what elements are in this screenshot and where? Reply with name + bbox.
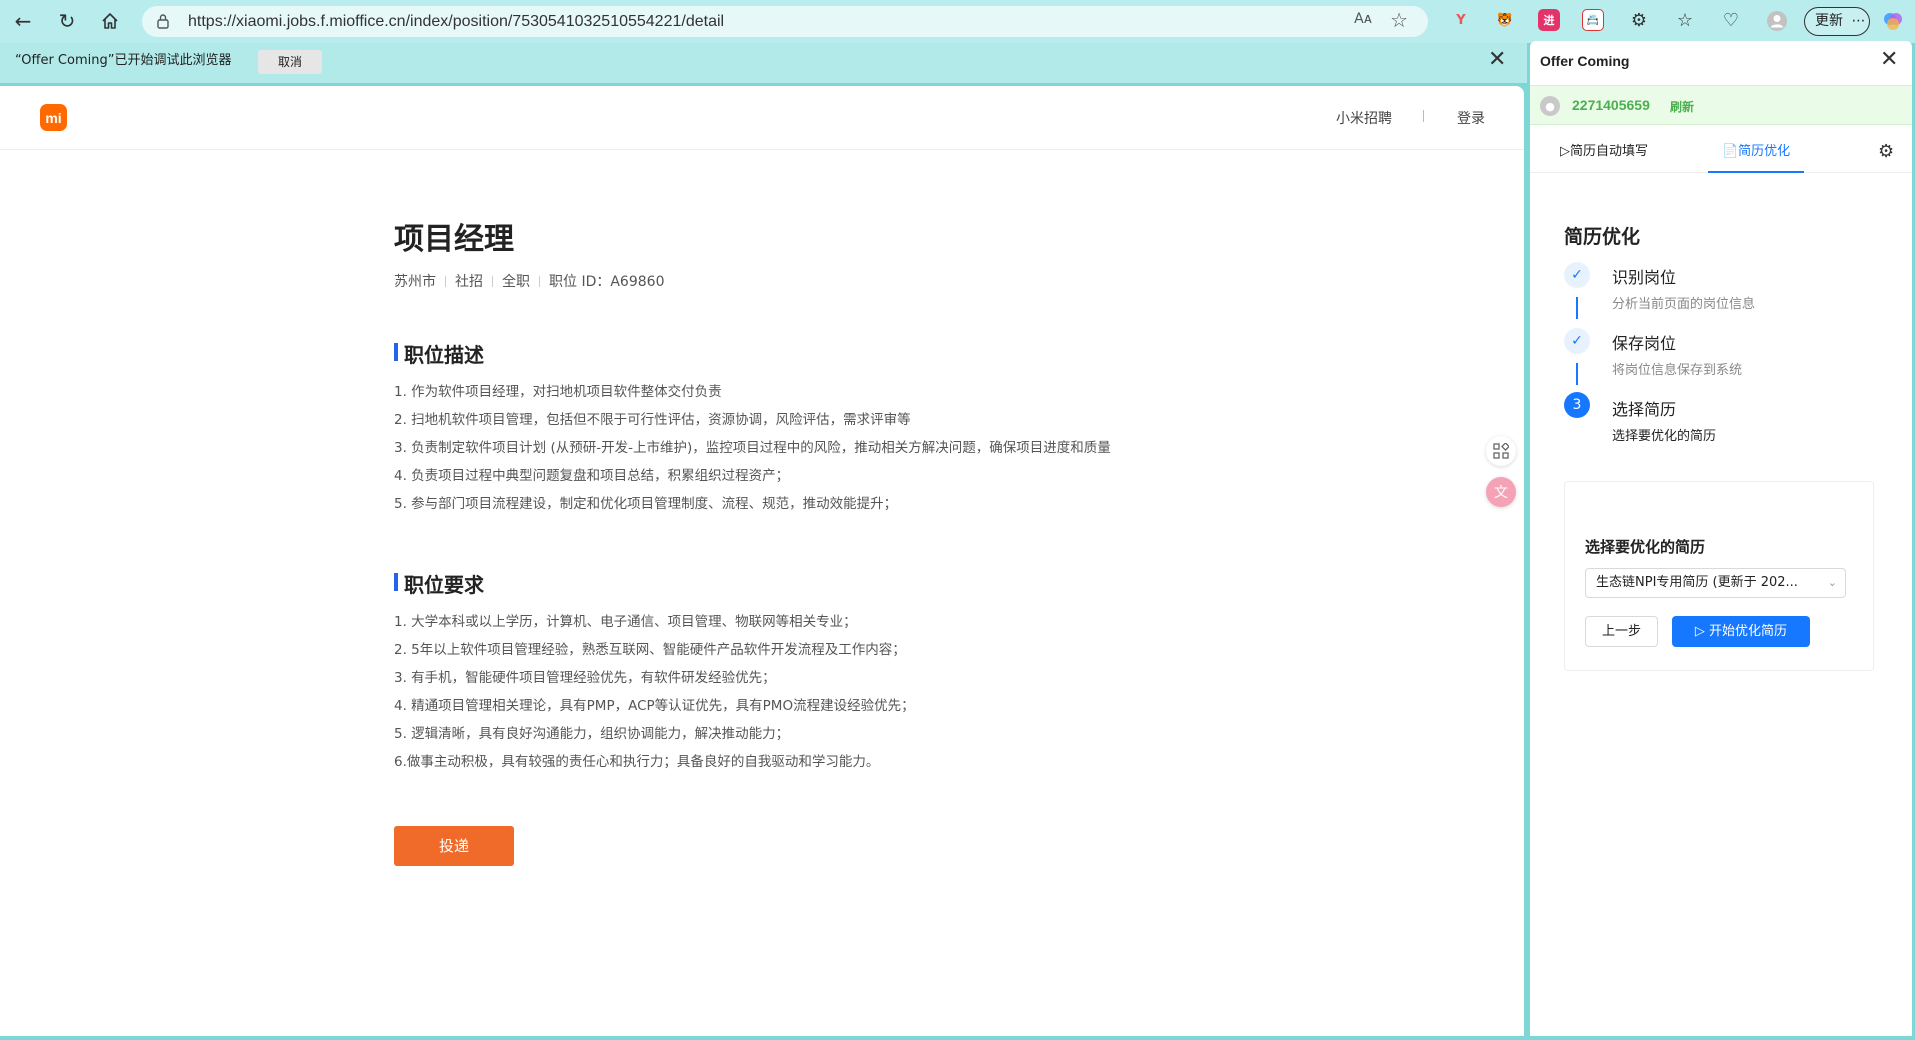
step-connector: [1576, 363, 1578, 385]
check-icon: ✓: [1564, 328, 1590, 354]
optimize-heading: 简历优化: [1564, 226, 1641, 248]
address-bar[interactable]: https://xiaomi.jobs.f.mioffice.cn/index/…: [142, 6, 1428, 37]
browser-toolbar: ← ↻ https://xiaomi.jobs.f.mioffice.cn/in…: [0, 0, 1915, 43]
nav-recruit-link[interactable]: 小米招聘: [1336, 108, 1392, 128]
list-item: 5. 参与部门项目流程建设，制定和优化项目管理制度、流程、规范，推动效能提升；: [394, 496, 898, 512]
home-icon[interactable]: [97, 8, 123, 34]
cancel-button[interactable]: 取消: [258, 50, 322, 74]
meta-divider: [492, 275, 493, 287]
card-title: 选择要优化的简历: [1585, 538, 1706, 556]
step-connector: [1576, 297, 1578, 319]
gear-icon[interactable]: ⚙: [1878, 141, 1894, 162]
translate-icon[interactable]: 文: [1486, 477, 1516, 507]
close-icon[interactable]: ✕: [1488, 47, 1506, 72]
description-list: 1. 作为软件项目经理，对扫地机项目软件整体交付负责 2. 扫地机软件项目管理，…: [394, 378, 1111, 518]
close-icon[interactable]: ✕: [1880, 47, 1898, 72]
list-item: 2. 5年以上软件项目管理经验，熟悉互联网、智能硬件产品软件开发流程及工作内容；: [394, 642, 906, 658]
tab-optimize[interactable]: 📄简历优化: [1708, 139, 1805, 173]
extension-y-icon[interactable]: Y: [1450, 9, 1472, 31]
resume-select[interactable]: 生态链NPI专用简历 (更新于 202... ⌄: [1585, 568, 1846, 598]
apply-button[interactable]: 投递: [394, 826, 514, 866]
read-aloud-icon[interactable]: Aᴀ: [1354, 11, 1372, 27]
check-icon: ✓: [1564, 262, 1590, 288]
lock-icon: [156, 13, 172, 29]
description-heading: 职位描述: [394, 339, 484, 368]
list-item: 6.做事主动积极，具有较强的责任心和执行力；具备良好的自我驱动和学习能力。: [394, 754, 880, 770]
update-button[interactable]: 更新 ⋯: [1804, 7, 1870, 36]
job-title: 项目经理: [394, 222, 514, 257]
list-item: 4. 精通项目管理相关理论，具有PMP，ACP等认证优先，具有PMO流程建设经验…: [394, 698, 915, 714]
job-id: 职位 ID：A69860: [549, 274, 665, 290]
step-title: 保存岗位: [1612, 334, 1677, 353]
nav-login-link[interactable]: 登录: [1457, 108, 1485, 128]
star-icon[interactable]: ☆: [1390, 8, 1408, 32]
step-desc: 将岗位信息保存到系统: [1612, 363, 1743, 378]
meta-divider: [445, 275, 446, 287]
offer-coming-panel: Offer Coming ✕ ● 2271405659 刷新 ▷简历自动填写 📄…: [1530, 41, 1912, 1036]
update-label: 更新: [1815, 13, 1843, 29]
list-item: 1. 大学本科或以上学历，计算机、电子通信、项目管理、物联网等相关专业；: [394, 614, 857, 630]
avatar-icon: ●: [1540, 96, 1560, 116]
list-item: 5. 逻辑清晰，具有良好沟通能力，组织协调能力，解决推动能力；: [394, 726, 790, 742]
infobar-message: “Offer Coming”已开始调试此浏览器: [15, 53, 232, 68]
step-number: 3: [1564, 392, 1590, 418]
step-desc: 选择要优化的简历: [1612, 429, 1717, 444]
extension-jin-icon[interactable]: 进: [1538, 9, 1560, 31]
list-item: 2. 扫地机软件项目管理，包括但不限于可行性评估，资源协调，风险评估，需求评审等: [394, 412, 911, 428]
list-item: 4. 负责项目过程中典型问题复盘和项目总结，积累组织过程资产；: [394, 468, 790, 484]
debug-infobar: “Offer Coming”已开始调试此浏览器 取消 ✕: [0, 43, 1527, 83]
favorites-icon[interactable]: ☆: [1672, 8, 1698, 34]
more-icon[interactable]: ⋯: [1851, 13, 1865, 29]
job-page: mi 小米招聘 登录 项目经理 苏州市 社招 全职 职位 ID：A69860 职…: [0, 86, 1524, 1036]
site-header: mi 小米招聘 登录: [0, 86, 1524, 150]
job-type: 全职: [502, 274, 530, 290]
job-city: 苏州市: [394, 274, 436, 290]
user-bar: ● 2271405659 刷新: [1530, 85, 1912, 125]
reload-icon[interactable]: ↻: [54, 8, 80, 34]
start-optimize-button[interactable]: ▷ 开始优化简历: [1672, 616, 1810, 647]
nav-divider: [1423, 110, 1424, 122]
profile-icon[interactable]: [1764, 8, 1790, 34]
selected-resume: 生态链NPI专用简历 (更新于 202...: [1596, 575, 1798, 590]
user-id: 2271405659: [1572, 97, 1650, 113]
refresh-link[interactable]: 刷新: [1670, 98, 1694, 115]
health-icon[interactable]: ♡: [1718, 8, 1744, 34]
back-icon[interactable]: ←: [10, 8, 36, 34]
list-item: 3. 负责制定软件项目计划 (从预研-开发-上市维护)，监控项目过程中的风险，推…: [394, 440, 1111, 456]
panel-tabs: ▷简历自动填写 📄简历优化 ⚙: [1530, 133, 1912, 173]
requirements-heading: 职位要求: [394, 569, 484, 598]
resume-select-card: 选择要优化的简历 生态链NPI专用简历 (更新于 202... ⌄ 上一步 ▷ …: [1564, 481, 1874, 671]
extension-tiger-icon[interactable]: 🐯: [1494, 9, 1516, 31]
step-desc: 分析当前页面的岗位信息: [1612, 297, 1756, 312]
puzzle-icon[interactable]: ⚙: [1626, 8, 1652, 34]
job-meta: 苏州市 社招 全职 职位 ID：A69860: [394, 271, 664, 291]
requirements-list: 1. 大学本科或以上学历，计算机、电子通信、项目管理、物联网等相关专业； 2. …: [394, 608, 915, 776]
prev-step-button[interactable]: 上一步: [1585, 616, 1658, 647]
list-item: 1. 作为软件项目经理，对扫地机项目软件整体交付负责: [394, 384, 722, 400]
chevron-down-icon: ⌄: [1827, 576, 1837, 589]
url-text: https://xiaomi.jobs.f.mioffice.cn/index/…: [188, 13, 725, 30]
step-title: 识别岗位: [1612, 268, 1677, 287]
qr-icon[interactable]: [1486, 436, 1516, 466]
meta-divider: [539, 275, 540, 287]
panel-title: Offer Coming: [1540, 53, 1630, 69]
copilot-icon[interactable]: [1880, 8, 1906, 34]
job-category: 社招: [455, 274, 483, 290]
list-item: 3. 有手机，智能硬件项目管理经验优先，有软件研发经验优先；: [394, 670, 776, 686]
xiaomi-logo[interactable]: mi: [40, 104, 67, 131]
step-title: 选择简历: [1612, 400, 1677, 419]
extension-card-icon[interactable]: 📇: [1582, 9, 1604, 31]
tab-autofill[interactable]: ▷简历自动填写: [1560, 139, 1648, 173]
